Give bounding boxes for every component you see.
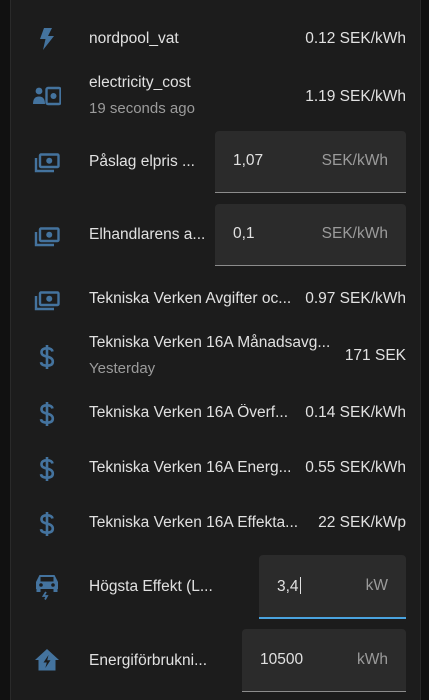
number-input-energiforbrukning[interactable]: 10500 kWh	[242, 629, 406, 692]
lightning-bolt-icon	[33, 25, 61, 53]
entity-state: 1.19 SEK/kWh	[305, 88, 406, 105]
entity-row-hogsta-effekt: Högsta Effekt (L... 3,4 kW	[11, 552, 420, 622]
cash-icon	[33, 223, 61, 251]
entity-name: Högsta Effekt (L...	[89, 578, 213, 595]
cash-icon	[33, 149, 61, 177]
input-unit: kWh	[357, 651, 388, 668]
entity-state: 22 SEK/kWp	[318, 514, 406, 531]
entity-name: Tekniska Verken 16A Överf...	[89, 404, 289, 421]
input-value: 1,07	[233, 152, 264, 169]
entity-name: Tekniska Verken 16A Effekta...	[89, 514, 299, 531]
entity-state: 0.12 SEK/kWh	[305, 30, 406, 47]
cash-user-icon	[33, 82, 61, 110]
entity-state: 0.14 SEK/kWh	[305, 404, 406, 421]
entity-row-electricity-cost[interactable]: electricity_cost 19 seconds ago 1.19 SEK…	[11, 64, 420, 128]
dollar-icon	[33, 510, 61, 538]
number-input-paslag-elpris[interactable]: 1,07 SEK/kWh	[215, 131, 406, 193]
entity-name: nordpool_vat	[89, 30, 179, 47]
entity-state: 171 SEK	[344, 347, 406, 364]
input-unit: SEK/kWh	[321, 152, 388, 169]
input-value: 0,1	[233, 225, 255, 242]
number-input-elhandlarens[interactable]: 0,1 SEK/kWh	[215, 204, 406, 266]
cash-icon	[33, 287, 61, 315]
input-value: 3,4	[277, 577, 301, 595]
car-electric-icon	[33, 572, 61, 600]
entity-row-energi[interactable]: Tekniska Verken 16A Energ... 0.55 SEK/kW…	[11, 445, 420, 491]
entity-row-manadsavgift[interactable]: Tekniska Verken 16A Månadsavg... Yesterd…	[11, 326, 420, 386]
entity-name: Energiförbrukni...	[89, 652, 208, 669]
input-unit: kW	[365, 577, 388, 594]
entity-row-paslag-elpris: Påslag elpris ... 1,07 SEK/kWh	[11, 128, 420, 198]
entity-row-elhandlarens: Elhandlarens a... 0,1 SEK/kWh	[11, 200, 420, 270]
dollar-icon	[33, 343, 61, 371]
entity-state: 0.97 SEK/kWh	[305, 290, 406, 307]
input-value: 10500	[260, 651, 304, 668]
entity-name: Tekniska Verken 16A Energ...	[89, 459, 292, 476]
entity-state: 0.55 SEK/kWh	[305, 459, 406, 476]
number-input-hogsta-effekt[interactable]: 3,4 kW	[259, 555, 406, 619]
entity-name: Påslag elpris ...	[89, 153, 195, 170]
entity-name: Elhandlarens a...	[89, 226, 206, 243]
entity-name: Tekniska Verken 16A Månadsavg...	[89, 334, 331, 351]
dollar-icon	[33, 455, 61, 483]
input-unit: SEK/kWh	[321, 225, 388, 242]
entity-row-effektavgift[interactable]: Tekniska Verken 16A Effekta... 22 SEK/kW…	[11, 500, 420, 546]
entity-name: electricity_cost	[89, 74, 191, 91]
home-lightning-icon	[33, 646, 61, 674]
dollar-icon	[33, 400, 61, 428]
entity-name: Tekniska Verken Avgifter oc...	[89, 290, 292, 307]
entity-last-changed: Yesterday	[89, 360, 156, 377]
entity-row-overforing[interactable]: Tekniska Verken 16A Överf... 0.14 SEK/kW…	[11, 390, 420, 436]
entity-row-nordpool-vat[interactable]: nordpool_vat 0.12 SEK/kWh	[11, 14, 420, 64]
entities-card: nordpool_vat 0.12 SEK/kWh electricity_co…	[10, 0, 421, 700]
entity-row-energiforbrukning: Energiförbrukni... 10500 kWh	[11, 626, 420, 700]
entity-row-tekniska-verken-avgifter[interactable]: Tekniska Verken Avgifter oc... 0.97 SEK/…	[11, 276, 420, 322]
entity-last-changed: 19 seconds ago	[89, 100, 195, 117]
